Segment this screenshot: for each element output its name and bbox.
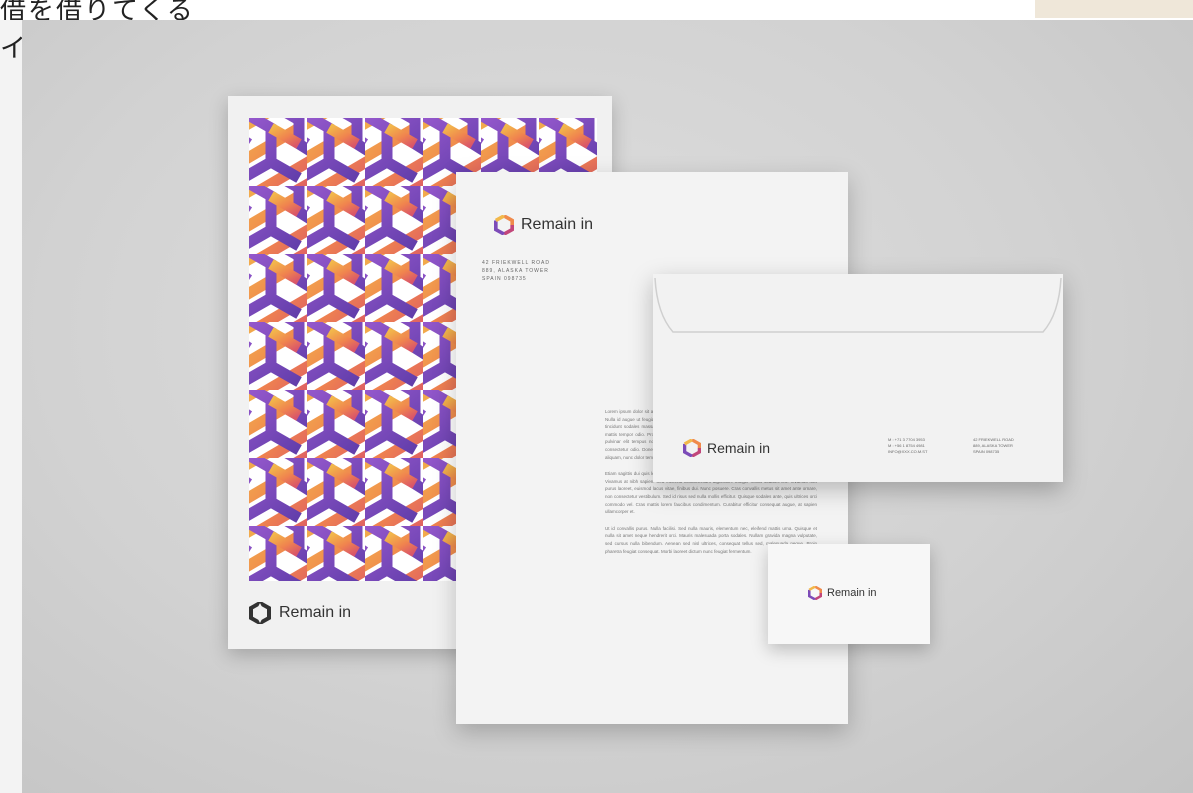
envelope-contact: M : +71 3 7704 3953 M : +56 1 8754 4981 … xyxy=(888,437,927,455)
address-line: SPAIN 098735 xyxy=(973,449,1000,454)
letterhead-brand-name: Remain in xyxy=(521,216,594,233)
envelope-brand-name: Remain in xyxy=(707,440,771,456)
address-line: 42 FRIEKWELL ROAD xyxy=(482,260,550,266)
address-line: SPAIN 098735 xyxy=(482,276,527,282)
color-hexagon-logo-icon xyxy=(494,215,514,235)
envelope-flap xyxy=(654,277,1062,333)
envelope: Remain in M : +71 3 7704 3953 M : +56 1 … xyxy=(653,274,1063,482)
contact-line: INFO@XXX.CO.M.ST xyxy=(888,449,928,454)
color-hexagon-logo-icon xyxy=(808,586,822,600)
poster-brand-name: Remain in xyxy=(279,604,352,621)
address-line: 889, ALASKA TOWER xyxy=(482,268,549,274)
business-card: Remain in xyxy=(768,544,930,644)
envelope-address: 42 FRIEKWELL ROAD 889, ALASKA TOWER SPAI… xyxy=(973,437,1014,455)
card-brand-name: Remain in xyxy=(827,587,877,599)
letterhead-brand: Remain in xyxy=(494,215,593,235)
left-rail: イ xyxy=(0,20,26,793)
card-brand: Remain in xyxy=(808,586,877,600)
top-strip: 借を借りてくる xyxy=(0,0,1193,26)
corner-panel xyxy=(1035,0,1193,18)
poster-brand: Remain in xyxy=(249,602,351,624)
color-hexagon-logo-icon xyxy=(683,439,701,457)
envelope-brand: Remain in xyxy=(683,439,770,457)
hexagon-logo-icon xyxy=(249,602,271,624)
letterhead-address: 42 FRIEKWELL ROAD 889, ALASKA TOWER SPAI… xyxy=(482,259,550,283)
mockup-scene: Remain in Remain in 42 FRIEKWELL ROAD 88… xyxy=(22,20,1193,793)
